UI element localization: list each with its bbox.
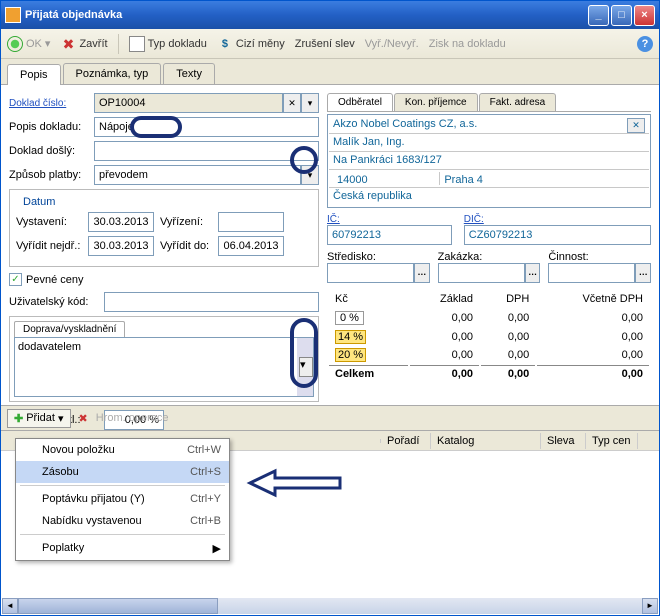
x-icon: ✖ xyxy=(60,36,76,52)
hrom-operace: Hrom. operace xyxy=(96,412,169,424)
ic-field[interactable] xyxy=(327,225,452,245)
menu-poplatky[interactable]: Poplatky▶ xyxy=(16,537,229,560)
vystaveni-label: Vystavení: xyxy=(16,216,88,228)
ic-label[interactable]: IČ: xyxy=(327,214,452,225)
check-icon xyxy=(7,36,23,52)
clear-addr-button[interactable]: ✕ xyxy=(627,118,645,133)
doc-type-button[interactable]: Typ dokladu xyxy=(129,36,207,52)
col-typ[interactable]: Typ cen xyxy=(586,433,638,449)
pridat-button[interactable]: ✚Přidat ▾ xyxy=(7,409,71,428)
pevne-ceny-label: Pevné ceny xyxy=(26,274,83,286)
submenu-arrow-icon: ▶ xyxy=(213,542,221,555)
vyr-button[interactable]: Vyř./Nevyř. xyxy=(365,38,419,50)
tab-fakt-adresa[interactable]: Fakt. adresa xyxy=(479,93,557,111)
popis-field[interactable] xyxy=(94,117,319,137)
titlebar: Přijatá objednávka _ □ × xyxy=(1,1,659,29)
datum-fieldset: Datum Vystavení: Vyřízení: Vyřídit nejdř… xyxy=(9,189,319,267)
currency-icon: $ xyxy=(217,36,233,52)
stredisko-label: Středisko: xyxy=(327,251,430,263)
popis-label: Popis dokladu: xyxy=(9,121,94,133)
nejdr-label: Vyřídit nejdř.: xyxy=(16,240,88,252)
toolbar: OK ▾ ✖Zavřít Typ dokladu $Cizí měny Zruš… xyxy=(1,29,659,59)
cancel-discounts-button[interactable]: Zrušení slev xyxy=(295,38,355,50)
platba-field[interactable] xyxy=(94,165,301,185)
menu-novou-polozku[interactable]: Novou položkuCtrl+W xyxy=(16,439,229,461)
doklad-cislo-field[interactable] xyxy=(94,93,283,113)
dic-label[interactable]: DIČ: xyxy=(464,214,651,225)
zakazka-label: Zakázka: xyxy=(438,251,541,263)
dosly-label: Doklad došlý: xyxy=(9,145,94,157)
dosly-field[interactable] xyxy=(94,141,319,161)
plus-icon: ✚ xyxy=(14,412,23,425)
menu-nabidku[interactable]: Nabídku vystavenouCtrl+B xyxy=(16,510,229,532)
vyrizeni-label: Vyřízení: xyxy=(160,216,218,228)
addr-zip[interactable]: 14000 xyxy=(333,172,440,185)
clear-button[interactable]: ✕ xyxy=(283,93,301,113)
menu-zasobu[interactable]: ZásobuCtrl+S xyxy=(16,461,229,483)
col-poradi[interactable]: Pořadí xyxy=(381,433,431,449)
do-field[interactable] xyxy=(218,236,284,256)
scroll-thumb[interactable] xyxy=(18,598,218,614)
delete-icon[interactable]: ✖ xyxy=(79,412,88,425)
datum-legend: Datum xyxy=(20,196,58,208)
vystaveni-field[interactable] xyxy=(88,212,154,232)
help-icon[interactable]: ? xyxy=(637,36,653,52)
stredisko-field[interactable] xyxy=(327,263,414,283)
stredisko-lookup[interactable]: … xyxy=(414,263,430,283)
ok-button[interactable]: OK ▾ xyxy=(7,36,50,52)
maximize-button[interactable]: □ xyxy=(611,5,632,26)
minimize-button[interactable]: _ xyxy=(588,5,609,26)
addr-city[interactable]: Praha 4 xyxy=(440,172,645,185)
nejdr-field[interactable] xyxy=(88,236,154,256)
horizontal-scrollbar[interactable]: ◄ ► xyxy=(2,598,658,614)
menu-poptavku[interactable]: Poptávku přijatou (Y)Ctrl+Y xyxy=(16,488,229,510)
uziv-field[interactable] xyxy=(104,292,319,312)
pridat-menu: Novou položkuCtrl+W ZásobuCtrl+S Poptávk… xyxy=(15,438,230,561)
dropdown-button[interactable]: ▾ xyxy=(301,93,319,113)
cinnost-lookup[interactable]: … xyxy=(635,263,651,283)
vyrizeni-field[interactable] xyxy=(218,212,284,232)
doklad-cislo-label[interactable]: Doklad číslo: xyxy=(9,98,94,109)
doprava-textarea[interactable]: dodavatelem ▾ xyxy=(14,337,314,397)
addr-person[interactable]: Malík Jan, Ing. xyxy=(329,134,649,152)
uziv-label: Uživatelský kód: xyxy=(9,296,104,308)
tab-texty[interactable]: Texty xyxy=(163,63,215,84)
currency-button[interactable]: $Cizí měny xyxy=(217,36,285,52)
zakazka-lookup[interactable]: … xyxy=(525,263,541,283)
cinnost-field[interactable] xyxy=(548,263,635,283)
main-tabs: Popis Poznámka, typ Texty xyxy=(1,59,659,85)
addr-country[interactable]: Česká republika xyxy=(329,188,649,206)
pevne-ceny-checkbox[interactable]: ✓ xyxy=(9,273,22,286)
platba-label: Způsob platby: xyxy=(9,169,94,181)
window-title: Přijatá objednávka xyxy=(25,9,586,21)
doprava-tab[interactable]: Doprava/vyskladnění xyxy=(14,321,125,337)
zakazka-field[interactable] xyxy=(438,263,525,283)
tab-kon-prijemce[interactable]: Kon. příjemce xyxy=(394,93,478,111)
rate-14[interactable]: 14 % xyxy=(335,330,366,344)
doprava-box: Doprava/vyskladnění dodavatelem ▾ xyxy=(9,316,319,402)
do-label: Vyřídit do: xyxy=(160,240,218,252)
tab-odberatel[interactable]: Odběratel xyxy=(327,93,393,111)
rate-0[interactable]: 0 % xyxy=(335,311,364,325)
app-icon xyxy=(5,7,21,23)
doc-icon xyxy=(129,36,145,52)
zisk-button[interactable]: Zisk na dokladu xyxy=(429,38,506,50)
expand-button[interactable]: ▾ xyxy=(299,357,313,377)
col-sleva[interactable]: Sleva xyxy=(541,433,586,449)
cinnost-label: Činnost: xyxy=(548,251,651,263)
addr-company[interactable]: Akzo Nobel Coatings CZ, a.s. xyxy=(333,118,627,131)
address-box: Akzo Nobel Coatings CZ, a.s.✕ Malík Jan,… xyxy=(327,114,651,208)
rate-20[interactable]: 20 % xyxy=(335,348,366,362)
scroll-right-icon[interactable]: ► xyxy=(642,598,658,614)
col-katalog[interactable]: Katalog xyxy=(431,433,541,449)
summary-table: KčZákladDPHVčetně DPH 0 %0,000,000,00 14… xyxy=(327,289,651,384)
close-button[interactable]: × xyxy=(634,5,655,26)
addr-street[interactable]: Na Pankráci 1683/127 xyxy=(329,152,649,170)
tab-popis[interactable]: Popis xyxy=(7,64,61,85)
platba-dropdown[interactable]: ▾ xyxy=(301,165,319,185)
close-doc-button[interactable]: ✖Zavřít xyxy=(60,36,107,52)
tab-poznamka[interactable]: Poznámka, typ xyxy=(63,63,162,84)
scroll-left-icon[interactable]: ◄ xyxy=(2,598,18,614)
dic-field[interactable] xyxy=(464,225,651,245)
